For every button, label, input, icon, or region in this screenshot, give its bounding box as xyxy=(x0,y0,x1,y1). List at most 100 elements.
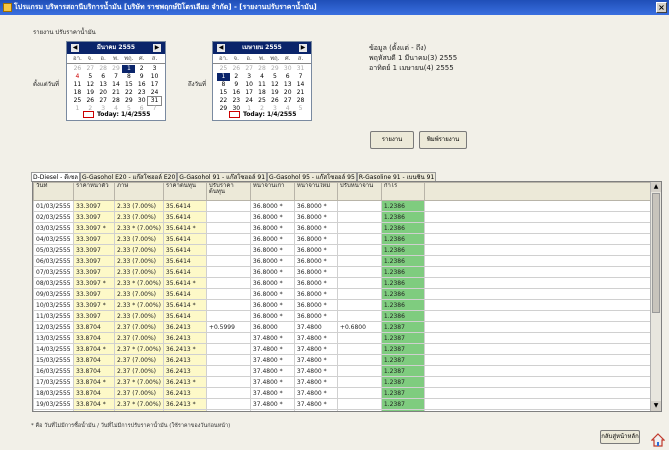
table-cell[interactable]: 36.8000 * xyxy=(293,299,338,311)
day[interactable]: 21 xyxy=(110,89,123,97)
table-cell[interactable]: 2.37 (7.00%) xyxy=(114,321,164,333)
table-cell[interactable]: 37.4800 * xyxy=(293,376,338,388)
table-cell[interactable]: 35.6414 xyxy=(162,266,207,278)
table-cell[interactable]: 33.3097 * xyxy=(73,277,115,289)
table-cell[interactable]: 36.2413 xyxy=(162,321,207,333)
day[interactable]: 9 xyxy=(230,81,243,89)
table-cell[interactable]: 36.8000 * xyxy=(249,200,295,212)
calendar-from-today[interactable]: Today: 1/4/2555 xyxy=(83,111,150,118)
table-cell[interactable]: 1.2386 xyxy=(380,299,425,311)
table-row[interactable]: 14/03/2555 33.8704 * 2.37 * (7.00%) 36.2413… xyxy=(33,343,661,355)
table-cell[interactable]: 37.4800 xyxy=(293,321,338,333)
table-row[interactable]: 12/03/2555 33.8704 2.37 (7.00%) 36.2413 +0.5… xyxy=(33,321,661,333)
table-cell[interactable]: 08/03/2555 xyxy=(33,277,74,289)
day[interactable]: 17 xyxy=(148,81,161,89)
day[interactable]: 28 xyxy=(256,65,269,73)
table-cell[interactable]: 2.37 * (7.00%) xyxy=(114,343,164,355)
table-cell[interactable]: 2.33 (7.00%) xyxy=(114,233,164,245)
table-cell[interactable]: 33.3097 xyxy=(73,233,115,245)
day[interactable]: 31 xyxy=(294,65,307,73)
day[interactable]: 4 xyxy=(256,73,269,81)
table-cell[interactable]: 17/03/2555 xyxy=(33,376,74,388)
day[interactable]: 2 xyxy=(135,65,148,73)
table-cell[interactable] xyxy=(336,398,382,410)
table-cell[interactable]: 2.37 (7.00%) xyxy=(114,332,164,344)
table-row[interactable]: 16/03/2555 33.8704 2.37 (7.00%) 36.2413 37.4… xyxy=(33,365,661,377)
col-header[interactable]: ภาษี xyxy=(114,182,164,201)
table-cell[interactable]: 1.2387 xyxy=(380,321,425,333)
table-cell[interactable]: 1.2387 xyxy=(380,409,425,411)
table-cell[interactable]: 1.2386 xyxy=(380,222,425,234)
day[interactable]: 25 xyxy=(256,97,269,105)
table-cell[interactable] xyxy=(205,233,251,245)
day[interactable]: 30 xyxy=(281,65,294,73)
table-cell[interactable]: 36.8000 * xyxy=(293,288,338,300)
scroll-thumb[interactable] xyxy=(652,193,660,313)
table-cell[interactable] xyxy=(336,387,382,399)
table-cell[interactable] xyxy=(336,244,382,256)
table-cell[interactable]: 11/03/2555 xyxy=(33,310,74,322)
day[interactable]: 27 xyxy=(281,97,294,105)
day[interactable]: 10 xyxy=(243,81,256,89)
table-cell[interactable]: 1.2386 xyxy=(380,277,425,289)
table-cell[interactable]: 36.8000 * xyxy=(293,310,338,322)
table-cell[interactable]: 10/03/2555 xyxy=(33,299,74,311)
day[interactable]: 16 xyxy=(230,89,243,97)
day[interactable]: 16 xyxy=(135,81,148,89)
table-row[interactable]: 01/03/2555 33.3097 2.33 (7.00%) 35.6414 36.8… xyxy=(33,200,661,212)
table-cell[interactable]: 36.8000 * xyxy=(293,244,338,256)
scroll-up-icon[interactable]: ▲ xyxy=(651,182,661,192)
day[interactable]: 15 xyxy=(122,81,135,89)
table-cell[interactable]: 35.6414 xyxy=(162,200,207,212)
table-cell[interactable]: 35.6414 xyxy=(162,211,207,223)
table-cell[interactable]: 37.4800 * xyxy=(249,387,295,399)
table-cell[interactable]: 12/03/2555 xyxy=(33,321,74,333)
day[interactable]: 27 xyxy=(84,65,97,73)
table-cell[interactable]: 36.8000 * xyxy=(249,266,295,278)
table-cell[interactable]: 37.4800 * xyxy=(293,332,338,344)
table-cell[interactable]: 37.4800 * xyxy=(293,343,338,355)
day[interactable]: 3 xyxy=(243,73,256,81)
scroll-down-icon[interactable]: ▼ xyxy=(651,401,661,411)
day[interactable]: 21 xyxy=(294,89,307,97)
table-cell[interactable]: 36.2413 xyxy=(162,387,207,399)
table-row[interactable]: 20/03/255533.87042.37 (7.00%)36.2413 37.4… xyxy=(33,409,661,411)
table-cell[interactable]: 03/03/2555 xyxy=(33,222,74,234)
table-cell[interactable] xyxy=(336,409,382,411)
table-cell[interactable]: 2.33 (7.00%) xyxy=(114,310,164,322)
day[interactable]: 29 xyxy=(110,65,123,73)
table-cell[interactable] xyxy=(336,376,382,388)
table-cell[interactable] xyxy=(336,310,382,322)
table-cell[interactable]: 01/03/2555 xyxy=(33,200,74,212)
table-cell[interactable]: 1.2387 xyxy=(380,376,425,388)
day[interactable]: 23 xyxy=(135,89,148,97)
day[interactable]: 27 xyxy=(97,97,110,105)
day[interactable]: 18 xyxy=(256,89,269,97)
table-row[interactable]: 10/03/2555 33.3097 * 2.33 * (7.00%) 35.6414… xyxy=(33,299,661,311)
table-cell[interactable]: 33.3097 xyxy=(73,244,115,256)
table-cell[interactable]: 35.6414 * xyxy=(162,222,207,234)
table-row[interactable]: 02/03/2555 33.3097 2.33 (7.00%) 35.6414 36.8… xyxy=(33,211,661,223)
table-cell[interactable] xyxy=(205,310,251,322)
day[interactable]: 24 xyxy=(243,97,256,105)
table-cell[interactable]: 2.33 (7.00%) xyxy=(114,211,164,223)
table-cell[interactable]: 36.8000 * xyxy=(249,244,295,256)
day[interactable]: 17 xyxy=(243,89,256,97)
table-cell[interactable] xyxy=(336,211,382,223)
table-cell[interactable]: 36.2413 * xyxy=(162,376,207,388)
table-cell[interactable] xyxy=(205,365,251,377)
table-cell[interactable]: 36.8000 * xyxy=(293,200,338,212)
prev-month-button[interactable]: ◀ xyxy=(71,44,79,52)
table-cell[interactable]: 37.4800 * xyxy=(249,343,295,355)
prev-month-button[interactable]: ◀ xyxy=(217,44,225,52)
col-header[interactable]: ราคาต้นทุน xyxy=(162,182,207,201)
table-cell[interactable] xyxy=(205,277,251,289)
table-cell[interactable]: 37.4800 * xyxy=(293,398,338,410)
table-cell[interactable]: 36.8000 * xyxy=(293,222,338,234)
col-header[interactable]: ปรับราคาต้นทุน xyxy=(205,182,251,201)
table-cell[interactable]: 36.8000 * xyxy=(293,277,338,289)
day[interactable]: 29 xyxy=(122,97,135,105)
day[interactable]: 26 xyxy=(268,97,281,105)
table-cell[interactable]: 36.8000 * xyxy=(249,299,295,311)
table-cell[interactable] xyxy=(336,332,382,344)
